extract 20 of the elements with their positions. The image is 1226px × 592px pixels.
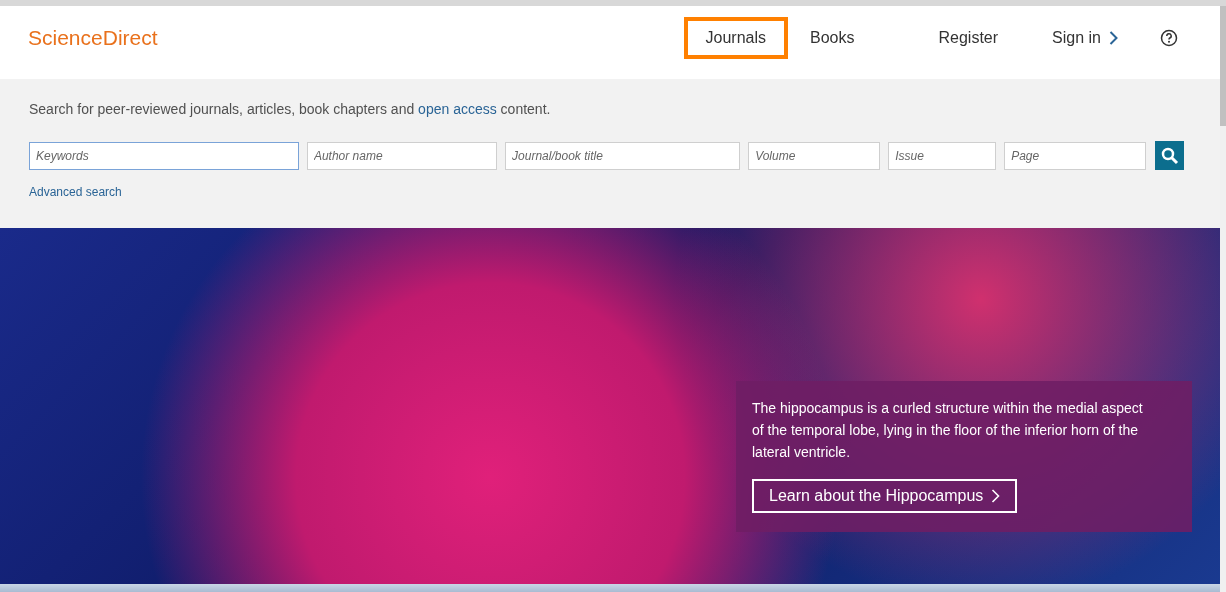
learn-more-button[interactable]: Learn about the Hippocampus xyxy=(752,479,1018,513)
open-access-link[interactable]: open access xyxy=(418,101,497,117)
advanced-search-link[interactable]: Advanced search xyxy=(29,185,122,199)
search-field[interactable]: Author name xyxy=(306,141,498,170)
search-field[interactable]: Journal/book title xyxy=(505,141,741,170)
nav-link[interactable]: Sign in xyxy=(1030,16,1140,59)
search-field[interactable]: Keywords xyxy=(29,141,299,170)
search-button[interactable] xyxy=(1155,141,1184,170)
help-icon[interactable] xyxy=(1160,28,1178,47)
chevron-right-icon xyxy=(1109,30,1118,45)
search-field[interactable]: Page xyxy=(1004,141,1147,170)
search-intro-text: Search for peer-reviewed journals, articles, book chapters and open access content. xyxy=(29,101,552,117)
search-field[interactable]: Issue xyxy=(888,141,997,170)
nav-link[interactable]: Journals xyxy=(683,16,789,59)
search-icon xyxy=(1160,146,1179,165)
search-field[interactable]: Volume xyxy=(748,141,881,170)
hero-caption: The hippocampus is a curled structure within the medial aspect of the temporal lobe, lying in the floor of the inferior horn of the lateral ventricle. xyxy=(752,399,1144,462)
nav-link[interactable]: Register xyxy=(916,16,1021,59)
chevron-right-icon xyxy=(991,489,1001,503)
nav-link[interactable]: Books xyxy=(788,16,877,59)
